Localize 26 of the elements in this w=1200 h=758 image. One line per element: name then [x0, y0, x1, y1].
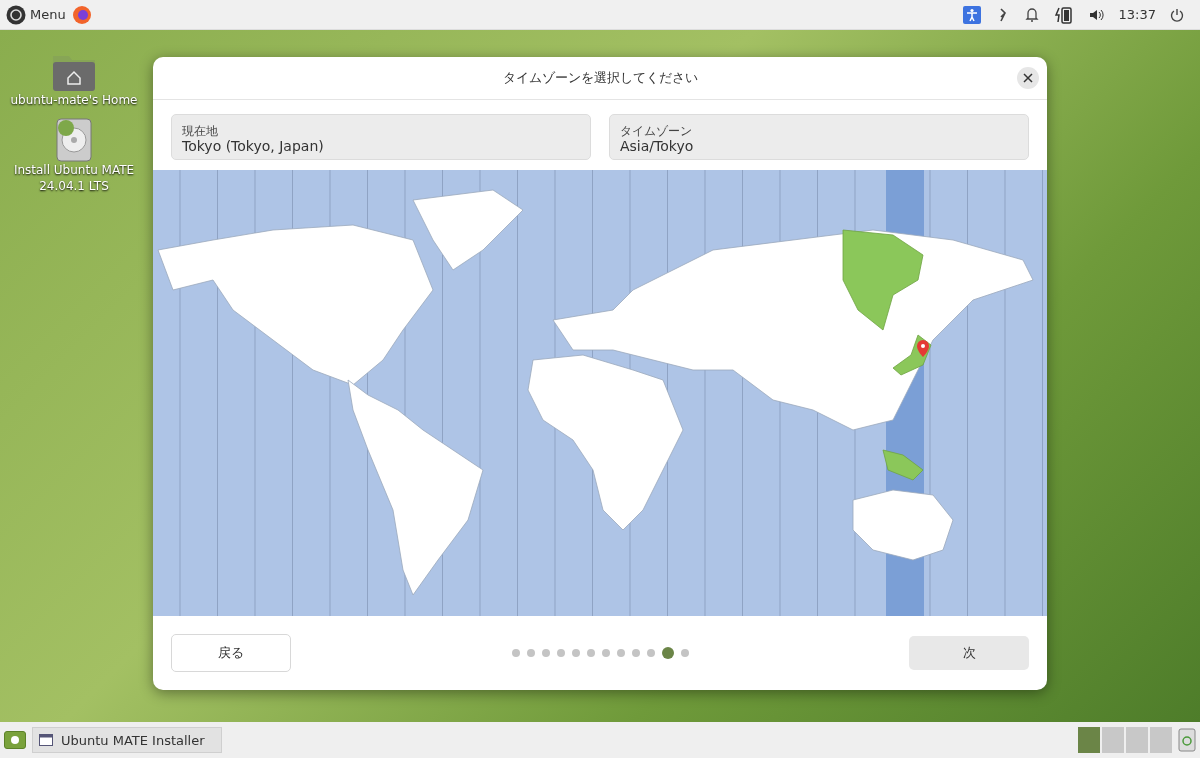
back-button[interactable]: 戻る [171, 634, 291, 672]
bell-icon[interactable] [1024, 6, 1039, 23]
trash-icon[interactable] [1178, 728, 1196, 752]
clock[interactable]: 13:37 [1118, 7, 1156, 22]
field-label: 現在地 [182, 124, 219, 138]
show-desktop-button[interactable] [4, 731, 26, 749]
volume-icon[interactable] [1088, 7, 1105, 22]
map-pin-icon [917, 340, 929, 357]
text-field[interactable]: タイムゾーン Asia/Tokyo [609, 114, 1029, 160]
browser-icon[interactable] [71, 4, 92, 25]
field-value: Tokyo (Tokyo, Japan) [182, 138, 325, 154]
dialog-title: タイムゾーンを選択してください [502, 69, 698, 87]
battery-icon[interactable] [1054, 5, 1073, 24]
menu-label[interactable]: Menu [30, 7, 66, 22]
logo-icon[interactable] [6, 4, 26, 25]
close-button[interactable] [1017, 67, 1039, 89]
field-label: タイムゾーン [620, 124, 693, 138]
taskbar-window-button[interactable]: Ubuntu MATE Installer [32, 727, 222, 753]
accessibility-icon[interactable] [962, 5, 981, 24]
close-icon [1023, 73, 1033, 83]
world-map-drawing[interactable] [153, 170, 1047, 616]
field-value: Asia/Tokyo [620, 138, 695, 154]
window-icon [39, 734, 53, 746]
text-field[interactable]: 現在地 Tokyo (Tokyo, Japan) [171, 114, 591, 160]
power-icon[interactable] [1170, 7, 1184, 22]
next-button[interactable]: 次 [909, 636, 1029, 670]
